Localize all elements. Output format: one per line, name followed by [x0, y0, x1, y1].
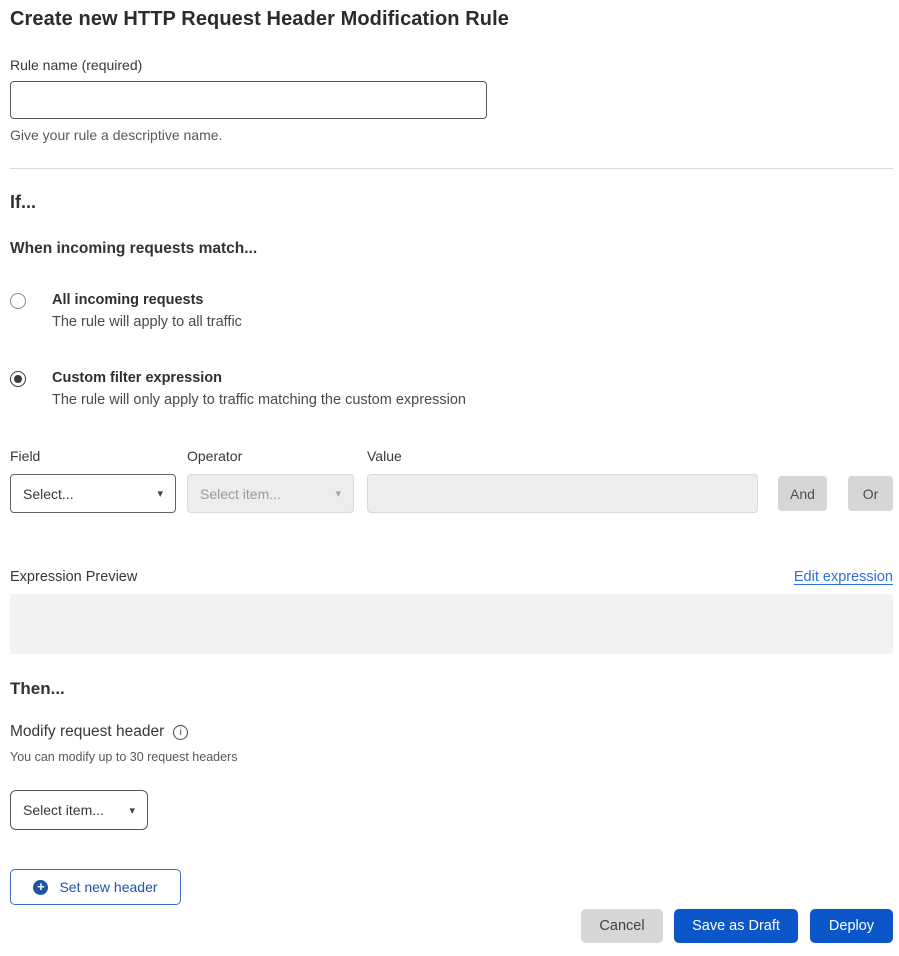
and-button[interactable]: And	[778, 476, 827, 511]
operator-label: Operator	[187, 448, 354, 464]
radio-all-label: All incoming requests	[52, 292, 242, 308]
set-new-header-button[interactable]: + Set new header	[10, 869, 181, 905]
modify-request-header-label: Modify request header	[10, 723, 164, 741]
operator-select: Select item... ▾	[187, 474, 354, 513]
create-rule-page: Create new HTTP Request Header Modificat…	[0, 0, 899, 943]
set-new-header-label: Set new header	[59, 879, 157, 895]
field-label: Field	[10, 448, 176, 464]
chevron-down-icon: ▾	[335, 487, 341, 500]
if-heading: If...	[10, 192, 893, 213]
plus-circle-icon: +	[33, 880, 48, 895]
footer-actions: Cancel Save as Draft Deploy	[10, 909, 893, 943]
save-as-draft-button[interactable]: Save as Draft	[674, 909, 798, 943]
rule-name-block: Rule name (required) Give your rule a de…	[10, 57, 893, 143]
cancel-button[interactable]: Cancel	[581, 909, 663, 943]
section-divider	[10, 168, 893, 169]
header-item-select-value: Select item...	[23, 802, 104, 818]
chevron-down-icon: ▾	[157, 487, 163, 500]
or-button[interactable]: Or	[848, 476, 893, 511]
modify-header-help: You can modify up to 30 request headers	[10, 750, 893, 764]
radio-all-description: The rule will apply to all traffic	[52, 314, 242, 330]
rule-name-label: Rule name (required)	[10, 57, 893, 73]
operator-select-value: Select item...	[200, 486, 281, 502]
rule-name-input[interactable]	[10, 81, 487, 119]
radio-custom-label: Custom filter expression	[52, 370, 466, 386]
chevron-down-icon: ▾	[129, 804, 135, 817]
expression-builder-row: Field Select... ▾ Operator Select item..…	[10, 448, 893, 513]
value-input	[367, 474, 758, 513]
expression-preview-label: Expression Preview	[10, 569, 137, 585]
expression-preview-header: Expression Preview Edit expression	[10, 569, 893, 585]
then-heading: Then...	[10, 679, 893, 699]
info-icon[interactable]: i	[173, 725, 188, 740]
rule-name-help: Give your rule a descriptive name.	[10, 127, 893, 143]
deploy-button[interactable]: Deploy	[810, 909, 893, 943]
field-select[interactable]: Select... ▾	[10, 474, 176, 513]
field-select-value: Select...	[23, 486, 74, 502]
radio-custom-description: The rule will only apply to traffic matc…	[52, 392, 466, 408]
radio-custom-filter-expression[interactable]: Custom filter expression The rule will o…	[10, 370, 893, 408]
header-item-select[interactable]: Select item... ▾	[10, 790, 148, 830]
expression-preview-box	[10, 594, 893, 654]
match-radio-group: All incoming requests The rule will appl…	[10, 292, 893, 408]
radio-circle-icon[interactable]	[10, 293, 26, 309]
value-label: Value	[367, 448, 758, 464]
edit-expression-link[interactable]: Edit expression	[794, 569, 893, 585]
radio-all-incoming-requests[interactable]: All incoming requests The rule will appl…	[10, 292, 893, 330]
radio-circle-icon[interactable]	[10, 371, 26, 387]
match-subheading: When incoming requests match...	[10, 240, 893, 258]
page-title: Create new HTTP Request Header Modificat…	[10, 8, 893, 31]
